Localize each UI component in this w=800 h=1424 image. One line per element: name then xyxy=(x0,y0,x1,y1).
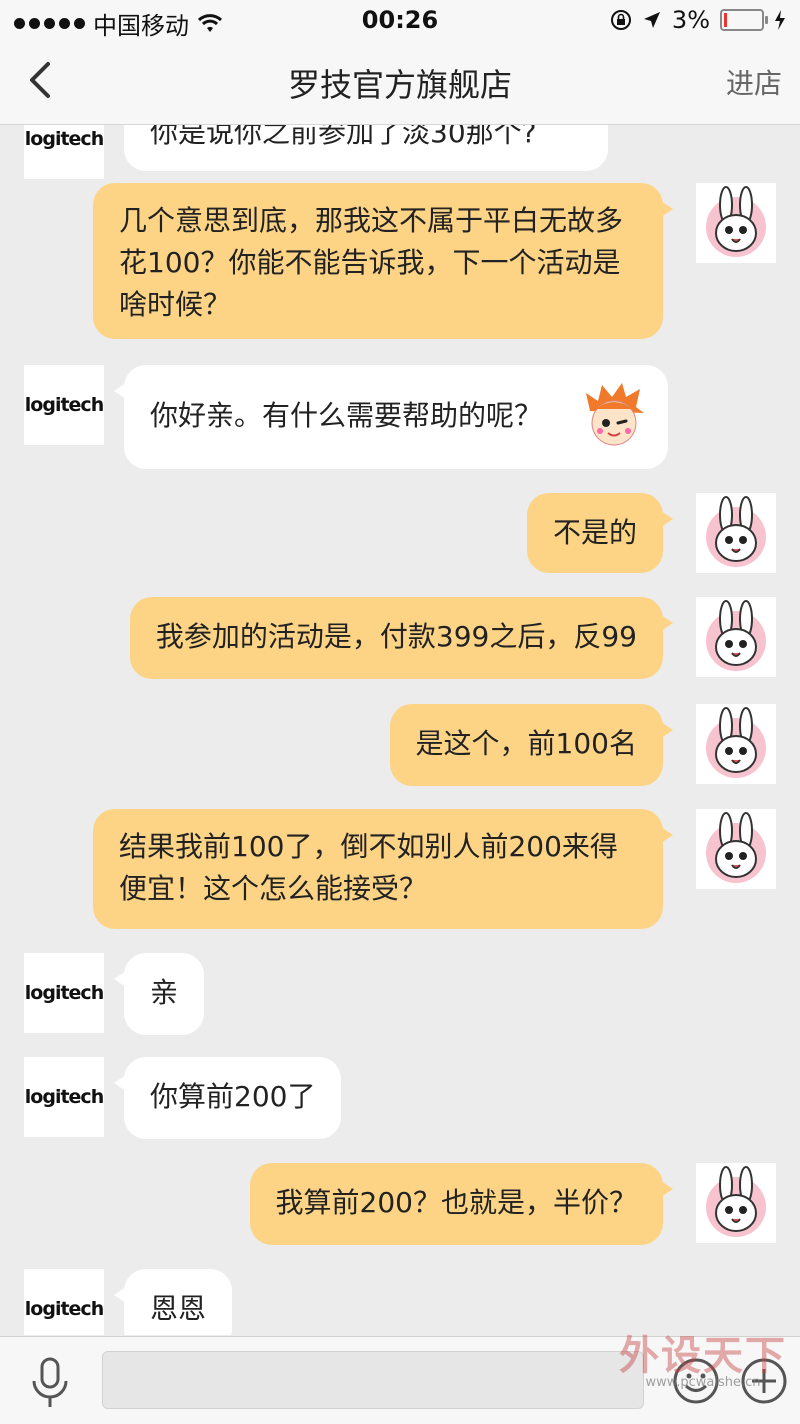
message-bubble[interactable]: 我参加的活动是，付款399之后，反99 xyxy=(129,597,674,679)
winking-boy-emoji-icon xyxy=(586,383,644,446)
status-right: 3% xyxy=(610,6,786,34)
page-title: 罗技官方旗舰店 xyxy=(287,66,512,104)
rotation-lock-icon xyxy=(610,10,631,30)
message-bubble[interactable]: 你好亲。有什么需要帮助的呢？ xyxy=(114,365,668,469)
message-bubble[interactable]: 是这个，前100名 xyxy=(389,704,674,786)
user-avatar[interactable] xyxy=(696,809,776,889)
location-arrow-icon xyxy=(643,12,660,28)
store-avatar[interactable]: logitech xyxy=(24,1269,104,1335)
logo-text: logitech xyxy=(24,1298,104,1320)
store-avatar[interactable]: logitech xyxy=(24,953,104,1033)
bunny-icon xyxy=(706,186,766,257)
message-input[interactable] xyxy=(102,1351,644,1409)
logo-text: logitech xyxy=(24,1086,104,1108)
user-avatar[interactable] xyxy=(696,597,776,677)
user-avatar[interactable] xyxy=(696,1163,776,1243)
bunny-icon xyxy=(706,496,766,567)
store-avatar[interactable]: logitech xyxy=(24,125,104,179)
message-bubble[interactable]: 你是说你之前参加了淡30那个? xyxy=(124,125,608,171)
store-avatar[interactable]: logitech xyxy=(24,1057,104,1137)
status-bar: 中国移动 00:26 3% xyxy=(0,0,800,40)
logo-text: logitech xyxy=(24,982,104,1004)
input-bar: 外设天下 www.pcwaishe.cn xyxy=(0,1333,800,1424)
bunny-icon xyxy=(706,1166,766,1237)
chat-list[interactable]: logitech 你是说你之前参加了淡30那个? 几个意思到底，那我这不属于平白… xyxy=(0,125,800,1335)
nav-bar: 罗技官方旗舰店 进店 xyxy=(0,40,800,125)
battery-percent: 3% xyxy=(671,6,710,34)
message-bubble[interactable]: 几个意思到底，那我这不属于平白无故多花100？你能不能告诉我，下一个活动是啥时候… xyxy=(93,183,673,339)
message-text: 你好亲。有什么需要帮助的呢？ xyxy=(150,399,543,432)
enter-store-button[interactable]: 进店 xyxy=(726,62,782,102)
emoji-icon[interactable] xyxy=(672,1357,720,1405)
message-bubble[interactable]: 你算前200了 xyxy=(113,1057,342,1139)
message-bubble[interactable]: 结果我前100了，倒不如别人前200来得便宜！这个怎么能接受？ xyxy=(93,809,673,929)
plus-icon[interactable] xyxy=(740,1357,788,1405)
bunny-icon xyxy=(706,812,766,883)
logo-text: logitech xyxy=(24,394,104,416)
bunny-icon xyxy=(706,707,766,778)
bunny-icon xyxy=(706,600,766,671)
charging-bolt-icon xyxy=(775,10,785,30)
user-avatar[interactable] xyxy=(696,704,776,784)
user-avatar[interactable] xyxy=(696,493,776,573)
message-bubble[interactable]: 亲 xyxy=(113,953,205,1035)
logo-text: logitech xyxy=(24,128,104,150)
message-bubble[interactable]: 恩恩 xyxy=(113,1269,233,1335)
store-avatar[interactable]: logitech xyxy=(24,365,104,445)
message-bubble[interactable]: 我算前200？也就是，半价？ xyxy=(249,1163,674,1245)
battery-icon xyxy=(720,9,768,31)
user-avatar[interactable] xyxy=(696,183,776,263)
microphone-icon[interactable] xyxy=(28,1357,72,1409)
message-bubble[interactable]: 不是的 xyxy=(526,493,674,573)
